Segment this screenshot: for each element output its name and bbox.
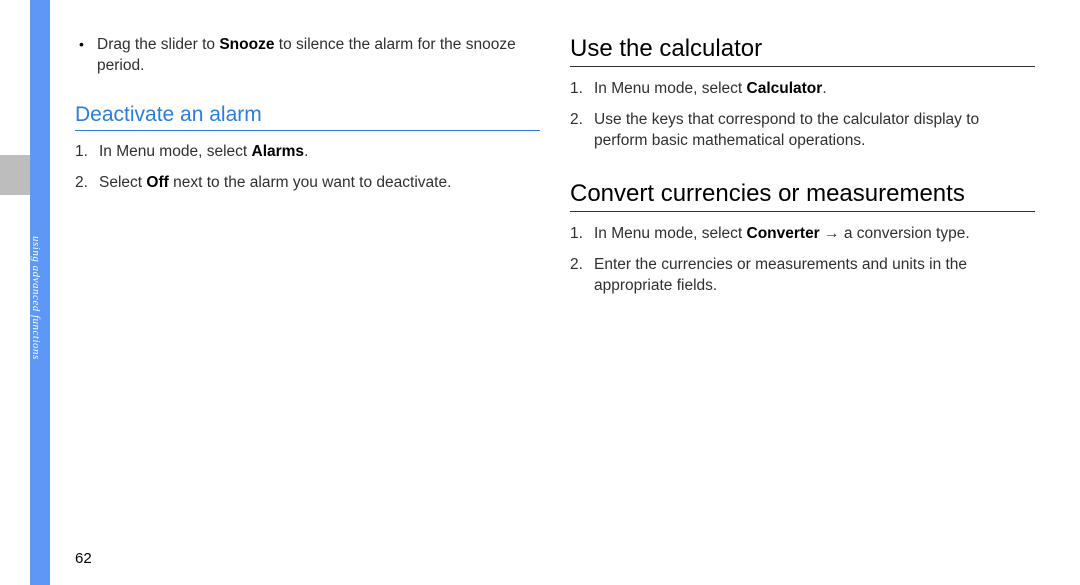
step-text: Enter the currencies or measurements and…	[594, 254, 1035, 297]
snooze-bullet: • Drag the slider to Snooze to silence t…	[75, 35, 540, 77]
calc-step-1: 1. In Menu mode, select Calculator.	[570, 78, 1035, 100]
text-segment: .	[822, 80, 826, 97]
bold-snooze: Snooze	[219, 36, 274, 53]
step-text: In Menu mode, select Calculator.	[594, 78, 1035, 100]
step-number: 1.	[570, 78, 594, 100]
bold-calculator: Calculator	[747, 80, 823, 97]
text-segment: Drag the slider to	[97, 36, 219, 53]
calc-step-2: 2. Use the keys that correspond to the c…	[570, 109, 1035, 152]
side-vertical-label: using advanced functions	[30, 236, 42, 360]
convert-step-1: 1. In Menu mode, select Converter → a co…	[570, 223, 1035, 245]
page-content: • Drag the slider to Snooze to silence t…	[75, 35, 1055, 575]
page-number: 62	[75, 550, 92, 567]
step-number: 1.	[570, 223, 594, 245]
heading-convert: Convert currencies or measurements	[570, 180, 1035, 212]
bold-alarms: Alarms	[252, 143, 305, 160]
snooze-bullet-text: Drag the slider to Snooze to silence the…	[97, 35, 540, 77]
text-segment: next to the alarm you want to deactivate…	[169, 174, 452, 191]
side-vertical-label-container: using advanced functions	[30, 198, 50, 398]
convert-step-2: 2. Enter the currencies or measurements …	[570, 254, 1035, 297]
deactivate-step-1: 1. In Menu mode, select Alarms.	[75, 141, 540, 163]
right-column: Use the calculator 1. In Menu mode, sele…	[570, 35, 1035, 575]
manual-page: using advanced functions • Drag the slid…	[0, 0, 1080, 585]
step-text: In Menu mode, select Alarms.	[99, 141, 540, 163]
step-text: Use the keys that correspond to the calc…	[594, 109, 1035, 152]
heading-deactivate-alarm: Deactivate an alarm	[75, 103, 540, 131]
step-number: 2.	[570, 109, 594, 152]
step-text: In Menu mode, select Converter → a conve…	[594, 223, 1035, 245]
step-number: 2.	[570, 254, 594, 297]
bold-converter: Converter	[747, 225, 820, 242]
text-segment: In Menu mode, select	[594, 225, 747, 242]
step-number: 2.	[75, 172, 99, 194]
text-segment: Select	[99, 174, 146, 191]
side-grey-tab	[0, 155, 30, 195]
text-segment: In Menu mode, select	[99, 143, 252, 160]
text-segment: .	[304, 143, 308, 160]
bold-off: Off	[146, 174, 168, 191]
bullet-dot: •	[75, 35, 97, 77]
text-segment: In Menu mode, select	[594, 80, 747, 97]
heading-calculator: Use the calculator	[570, 35, 1035, 67]
deactivate-step-2: 2. Select Off next to the alarm you want…	[75, 172, 540, 194]
step-number: 1.	[75, 141, 99, 163]
left-column: • Drag the slider to Snooze to silence t…	[75, 35, 540, 575]
text-segment: → a conversion type.	[820, 225, 970, 242]
step-text: Select Off next to the alarm you want to…	[99, 172, 540, 194]
